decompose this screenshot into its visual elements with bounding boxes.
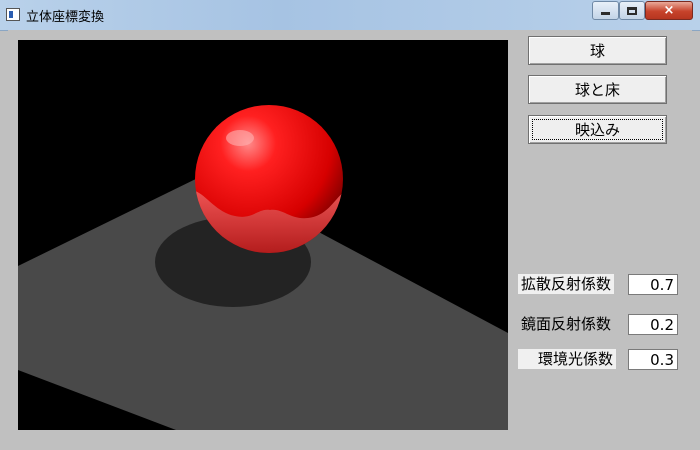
render-viewport bbox=[18, 40, 508, 430]
sphere-button[interactable]: 球 bbox=[528, 36, 667, 65]
sphere-highlight bbox=[226, 130, 254, 146]
maximize-icon bbox=[627, 6, 637, 15]
reflection-button[interactable]: 映込み bbox=[528, 115, 667, 144]
diffuse-input[interactable] bbox=[628, 274, 678, 295]
close-icon: × bbox=[663, 3, 675, 18]
title-bar[interactable]: 立体座標変換 × bbox=[0, 0, 700, 31]
minimize-button[interactable] bbox=[592, 1, 619, 20]
specular-label: 鏡面反射係数 bbox=[521, 315, 612, 333]
window-title: 立体座標変換 bbox=[26, 10, 105, 25]
ambient-label: 環境光係数 bbox=[518, 349, 617, 369]
specular-input[interactable] bbox=[628, 314, 678, 335]
minimize-icon bbox=[601, 12, 610, 15]
scene-canvas bbox=[18, 105, 508, 430]
sphere-floor-button[interactable]: 球と床 bbox=[528, 75, 667, 104]
maximize-button[interactable] bbox=[619, 1, 645, 20]
client-area: 球 球と床 映込み 拡散反射係数 鏡面反射係数 環境光係数 bbox=[8, 30, 692, 442]
app-window-icon[interactable] bbox=[6, 8, 20, 21]
ambient-input[interactable] bbox=[628, 349, 678, 370]
diffuse-label: 拡散反射係数 bbox=[518, 274, 615, 294]
close-button[interactable]: × bbox=[645, 1, 693, 20]
